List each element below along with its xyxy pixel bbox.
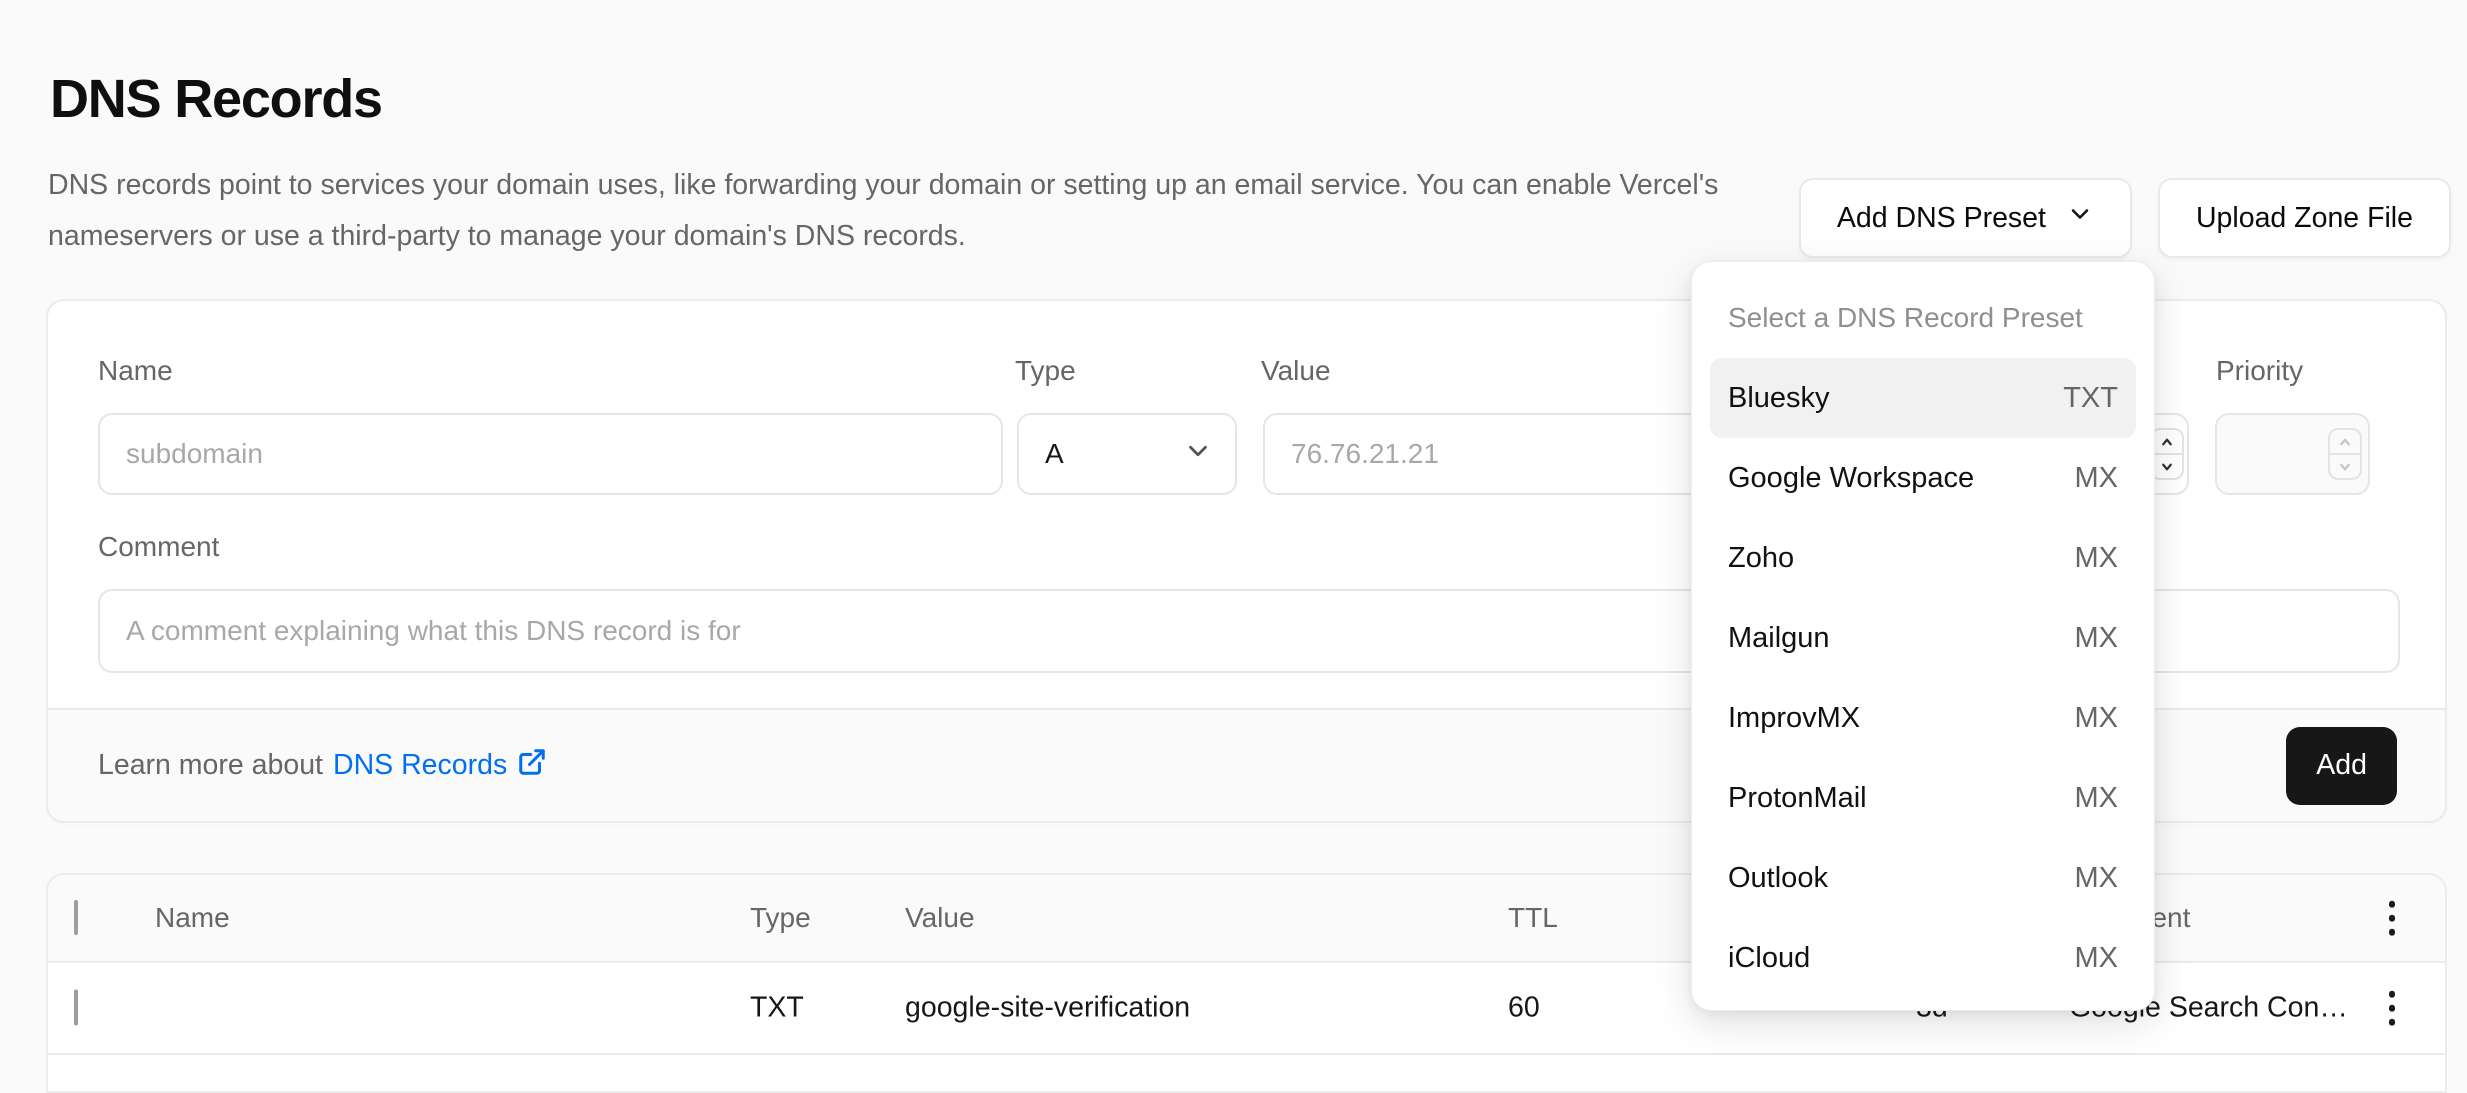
column-header-value: Value <box>905 902 975 934</box>
stepper-down-icon[interactable] <box>2152 453 2182 478</box>
preset-name: Google Workspace <box>1728 462 1974 495</box>
add-dns-preset-label: Add DNS Preset <box>1837 202 2046 235</box>
type-label: Type <box>1015 355 1076 387</box>
preset-name: ImprovMX <box>1728 702 1860 735</box>
stepper-up-icon <box>2330 430 2360 453</box>
row-value-cell: google-site-verification <box>905 992 1190 1025</box>
row-menu-icon[interactable] <box>2381 985 2404 1032</box>
table-menu-icon[interactable] <box>2381 895 2404 942</box>
page-description: DNS records point to services your domai… <box>48 160 1718 262</box>
preset-item-google-workspace[interactable]: Google Workspace MX <box>1710 438 2136 518</box>
preset-item-icloud[interactable]: iCloud MX <box>1710 918 2136 998</box>
type-select-value: A <box>1045 438 1064 470</box>
preset-record-type: MX <box>2075 702 2119 735</box>
preset-item-zoho[interactable]: Zoho MX <box>1710 518 2136 598</box>
dropdown-list: Bluesky TXT Google Workspace MX Zoho MX … <box>1692 358 2154 998</box>
name-label: Name <box>98 355 173 387</box>
preset-item-mailgun[interactable]: Mailgun MX <box>1710 598 2136 678</box>
learn-more-prefix: Learn more about <box>98 749 323 782</box>
preset-record-type: MX <box>2075 862 2119 895</box>
page-title: DNS Records <box>50 68 382 130</box>
value-label: Value <box>1261 355 1331 387</box>
page-description-line1: DNS records point to services your domai… <box>48 160 1718 211</box>
select-all-checkbox[interactable] <box>74 900 78 935</box>
dns-preset-dropdown: Select a DNS Record Preset Bluesky TXT G… <box>1691 261 2155 1011</box>
preset-item-improvmx[interactable]: ImprovMX MX <box>1710 678 2136 758</box>
add-dns-preset-button[interactable]: Add DNS Preset <box>1799 178 2132 258</box>
external-link-icon <box>517 747 547 785</box>
stepper-down-icon <box>2330 453 2360 478</box>
preset-record-type: MX <box>2075 782 2119 815</box>
dns-records-link-label: DNS Records <box>333 749 507 782</box>
preset-record-type: MX <box>2075 542 2119 575</box>
add-record-button[interactable]: Add <box>2286 727 2397 805</box>
header-actions: Add DNS Preset Upload Zone File <box>1799 178 2451 258</box>
row-type-cell: TXT <box>750 992 804 1025</box>
preset-record-type: TXT <box>2063 382 2118 415</box>
priority-stepper <box>2328 428 2362 480</box>
priority-label: Priority <box>2216 355 2303 387</box>
row-ttl-cell: 60 <box>1508 992 1540 1025</box>
comment-label: Comment <box>98 531 219 563</box>
preset-item-protonmail[interactable]: ProtonMail MX <box>1710 758 2136 838</box>
preset-name: Outlook <box>1728 862 1828 895</box>
dns-records-link[interactable]: DNS Records <box>333 747 547 785</box>
learn-more-text: Learn more about DNS Records <box>98 747 547 785</box>
column-header-type: Type <box>750 902 811 934</box>
preset-name: Mailgun <box>1728 622 1830 655</box>
preset-name: ProtonMail <box>1728 782 1867 815</box>
preset-record-type: MX <box>2075 622 2119 655</box>
stepper-up-icon[interactable] <box>2152 430 2182 453</box>
chevron-down-icon <box>2066 200 2094 236</box>
preset-item-bluesky[interactable]: Bluesky TXT <box>1710 358 2136 438</box>
chevron-down-icon <box>1183 436 1213 473</box>
upload-zone-file-button[interactable]: Upload Zone File <box>2158 178 2451 258</box>
dropdown-header: Select a DNS Record Preset <box>1728 302 2083 334</box>
preset-name: Zoho <box>1728 542 1794 575</box>
page-description-line2: nameservers or use a third-party to mana… <box>48 211 1718 262</box>
name-input[interactable] <box>98 413 1003 495</box>
preset-record-type: MX <box>2075 462 2119 495</box>
preset-item-outlook[interactable]: Outlook MX <box>1710 838 2136 918</box>
preset-record-type: MX <box>2075 942 2119 975</box>
upload-zone-file-label: Upload Zone File <box>2196 202 2413 235</box>
preset-name: Bluesky <box>1728 382 1830 415</box>
ttl-stepper[interactable] <box>2150 428 2184 480</box>
row-checkbox[interactable] <box>74 990 78 1026</box>
type-select[interactable]: A <box>1017 413 1237 495</box>
column-header-ttl: TTL <box>1508 902 1558 934</box>
column-header-name: Name <box>155 902 230 934</box>
preset-name: iCloud <box>1728 942 1810 975</box>
